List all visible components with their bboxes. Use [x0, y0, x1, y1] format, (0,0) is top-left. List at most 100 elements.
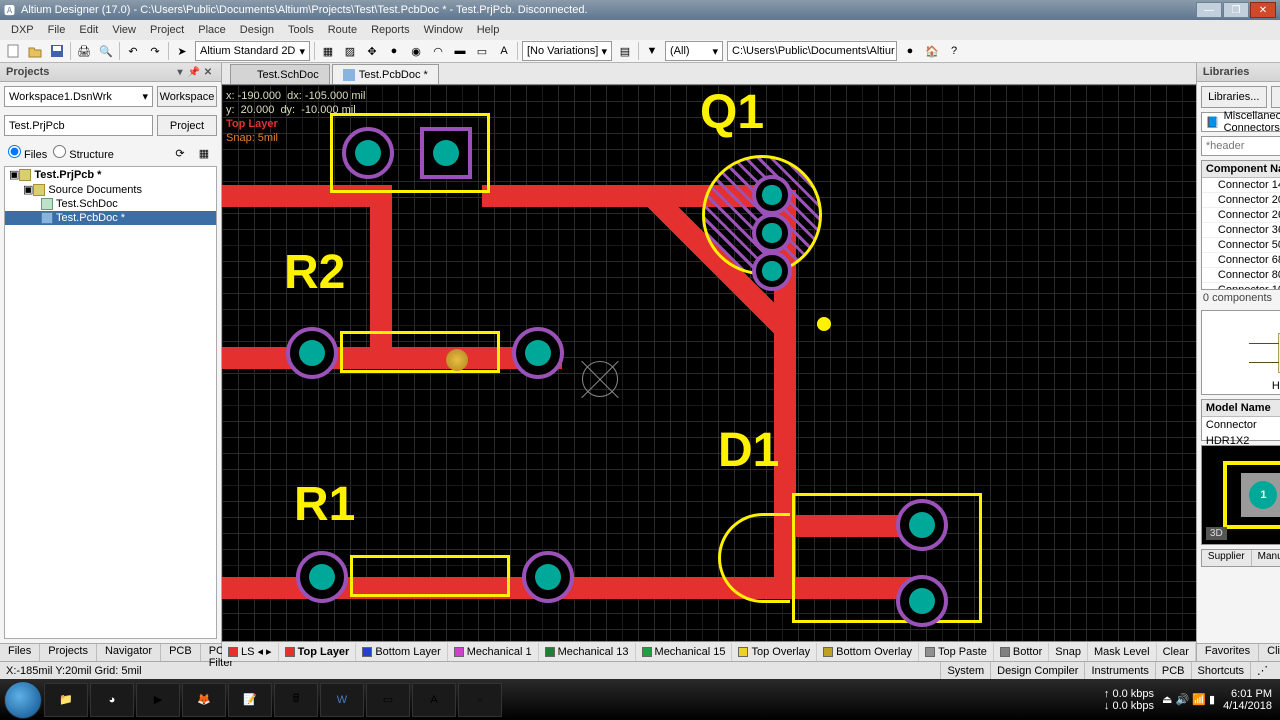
clear-button[interactable]: Clear	[1157, 643, 1196, 661]
minimize-button[interactable]: —	[1196, 2, 1222, 18]
status-shortcuts[interactable]: Shortcuts	[1191, 662, 1250, 679]
undo-button[interactable]: ↶	[124, 42, 142, 60]
tab-clipboard[interactable]: Clipboard	[1259, 644, 1280, 661]
save-button[interactable]	[48, 42, 66, 60]
tab-pcb[interactable]: PCB	[161, 644, 201, 661]
fill-button[interactable]: ▬	[451, 42, 469, 60]
task-altium[interactable]: A	[412, 683, 456, 717]
task-app2[interactable]: ▫	[458, 683, 502, 717]
task-word[interactable]: W	[320, 683, 364, 717]
pad-button[interactable]: ●	[385, 42, 403, 60]
menu-help[interactable]: Help	[470, 22, 507, 38]
workspace-button[interactable]: Workspace	[157, 86, 217, 107]
menu-route[interactable]: Route	[321, 22, 364, 38]
list-item[interactable]: Connector 26	[1202, 208, 1280, 223]
hatch1-button[interactable]: ▦	[319, 42, 337, 60]
project-tree[interactable]: ▣Test.PrjPcb * ▣Source Documents Test.Sc…	[4, 166, 217, 639]
panel-pin-icon[interactable]: 📌	[187, 65, 201, 79]
menu-view[interactable]: View	[105, 22, 143, 38]
hatch2-button[interactable]: ▨	[341, 42, 359, 60]
status-instruments[interactable]: Instruments	[1084, 662, 1154, 679]
layer-to[interactable]: Top Overlay	[732, 643, 817, 661]
panel-menu-icon[interactable]: ▾	[173, 65, 187, 79]
status-system[interactable]: System	[940, 662, 990, 679]
nav-button[interactable]: ●	[901, 42, 919, 60]
structure-radio[interactable]: Structure	[53, 145, 114, 161]
filter-dropdown[interactable]: (All)▾	[665, 41, 723, 61]
menu-tools[interactable]: Tools	[281, 22, 321, 38]
tab-manufacturer[interactable]: Manufacturer	[1252, 550, 1280, 566]
menu-dxp[interactable]: DXP	[4, 22, 41, 38]
print-button[interactable]: 🖨	[75, 42, 93, 60]
task-app1[interactable]: ▭	[366, 683, 410, 717]
variations-dropdown[interactable]: [No Variations]▾	[522, 41, 612, 61]
masklevel-button[interactable]: Mask Level	[1088, 643, 1157, 661]
menu-place[interactable]: Place	[191, 22, 233, 38]
files-radio[interactable]: Files	[8, 145, 47, 161]
search-button[interactable]: Search...	[1271, 86, 1280, 108]
cursor-button[interactable]: ➤	[173, 42, 191, 60]
open-button[interactable]	[26, 42, 44, 60]
project-field[interactable]: Test.PrjPcb	[4, 115, 153, 136]
tree-opt2-icon[interactable]: ▦	[195, 144, 213, 162]
list-item[interactable]: Connector 68	[1202, 253, 1280, 268]
status-pcb[interactable]: PCB	[1155, 662, 1191, 679]
maximize-button[interactable]: ❐	[1223, 2, 1249, 18]
layer-m15[interactable]: Mechanical 15	[636, 643, 733, 661]
task-calc[interactable]: 🖩	[274, 683, 318, 717]
task-notes[interactable]: 📝	[228, 683, 272, 717]
filter-icon[interactable]: ▼	[643, 42, 661, 60]
layer-bottom[interactable]: Bottom Layer	[356, 643, 447, 661]
home-button[interactable]: 🏠	[923, 42, 941, 60]
list-item[interactable]: Connector 50	[1202, 238, 1280, 253]
status-designcompiler[interactable]: Design Compiler	[990, 662, 1084, 679]
menu-window[interactable]: Window	[417, 22, 470, 38]
layer-top[interactable]: Top Layer	[279, 643, 357, 661]
workspace-dropdown[interactable]: Workspace1.DsnWrk▾	[4, 86, 153, 107]
start-button[interactable]	[4, 681, 42, 719]
tray-icons[interactable]: ⏏ 🔊 📶 ▮	[1162, 693, 1215, 706]
tab-schdoc[interactable]: Test.SchDoc	[230, 64, 330, 84]
status-resize-icon[interactable]: ⋰	[1250, 662, 1274, 679]
layer-m13[interactable]: Mechanical 13	[539, 643, 636, 661]
layer-bo[interactable]: Bottom Overlay	[817, 643, 919, 661]
clock[interactable]: 6:01 PM4/14/2018	[1223, 688, 1272, 712]
library-dropdown[interactable]: 📘Miscellaneous Connectors.IntLib▾ ⋯	[1201, 112, 1280, 132]
tree-opt1-icon[interactable]: ⟳	[171, 144, 189, 162]
layer-bp[interactable]: Bottor	[994, 643, 1049, 661]
tab-projects[interactable]: Projects	[40, 644, 97, 661]
list-item[interactable]: Connector 80	[1202, 268, 1280, 283]
tab-supplier[interactable]: Supplier	[1202, 550, 1252, 566]
select-button[interactable]: ✥	[363, 42, 381, 60]
menu-edit[interactable]: Edit	[72, 22, 105, 38]
panel-close-icon[interactable]: ✕	[201, 65, 215, 79]
layer-stack-button[interactable]: ▤	[616, 42, 634, 60]
list-item[interactable]: Connector 100	[1202, 283, 1280, 290]
tab-favorites[interactable]: Favorites	[1197, 644, 1259, 661]
new-button[interactable]	[4, 42, 22, 60]
text-button[interactable]: A	[495, 42, 513, 60]
menu-design[interactable]: Design	[233, 22, 281, 38]
redo-button[interactable]: ↷	[146, 42, 164, 60]
tab-pcbdoc[interactable]: Test.PcbDoc *	[332, 64, 439, 84]
pcb-canvas[interactable]: Q1 R2 R1 D1	[222, 85, 1196, 641]
libraries-button[interactable]: Libraries...	[1201, 86, 1267, 108]
tab-files[interactable]: Files	[0, 644, 40, 661]
snap-button[interactable]: Snap	[1049, 643, 1088, 661]
task-explorer[interactable]: 📁	[44, 683, 88, 717]
task-chrome[interactable]: ◕	[90, 683, 134, 717]
task-media[interactable]: ▶	[136, 683, 180, 717]
arc-button[interactable]: ◠	[429, 42, 447, 60]
menu-project[interactable]: Project	[143, 22, 191, 38]
close-button[interactable]: ✕	[1250, 2, 1276, 18]
path-field[interactable]: C:\Users\Public\Documents\Altiur	[727, 41, 897, 61]
system-tray[interactable]: ↑ 0.0 kbps↓ 0.0 kbps ⏏ 🔊 📶 ▮ 6:01 PM4/14…	[1104, 688, 1276, 712]
component-list[interactable]: Component Name Connector 14 Connector 20…	[1201, 160, 1280, 290]
model-list[interactable]: Model NameModel Type ConnectorSignal Int…	[1201, 399, 1280, 441]
help-button[interactable]: ?	[945, 42, 963, 60]
3d-toggle[interactable]: 3D	[1206, 527, 1227, 540]
menu-reports[interactable]: Reports	[364, 22, 417, 38]
filter-input[interactable]: *header▾	[1201, 136, 1280, 156]
zoom-button[interactable]: 🔍	[97, 42, 115, 60]
layer-m1[interactable]: Mechanical 1	[448, 643, 539, 661]
